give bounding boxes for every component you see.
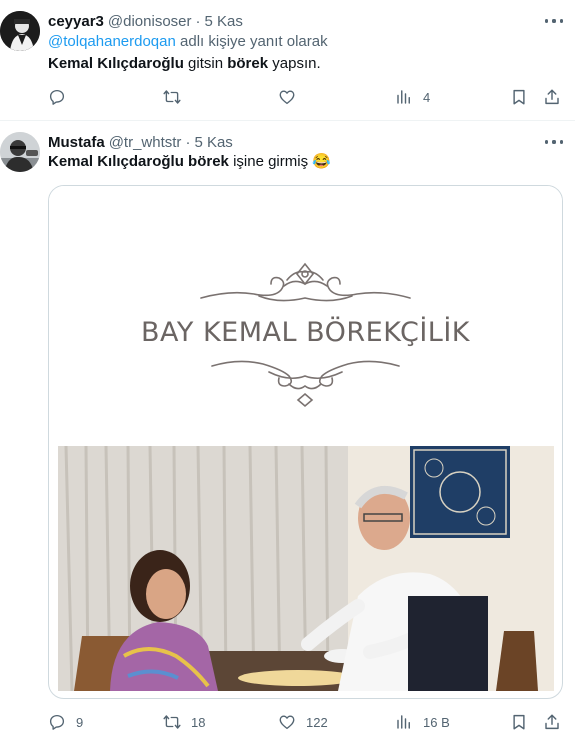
tweet-date[interactable]: 5 Kas [205, 13, 243, 30]
retweet-icon [163, 90, 181, 104]
like-count: 122 [306, 714, 328, 730]
action-bar: 4 [48, 86, 563, 108]
avatar[interactable] [0, 132, 40, 172]
reply-icon [49, 89, 65, 105]
reply-context-label: adlı kişiye yanıt olarak [175, 33, 328, 50]
like-button[interactable] [278, 86, 306, 108]
bookmark-icon [513, 714, 525, 730]
text-bold-name: Kemal Kılıçdaroğlu [48, 153, 184, 170]
views-button[interactable]: 4 [395, 86, 430, 108]
text-bold-word: börek [227, 55, 269, 72]
text-segment: gitsin [183, 55, 228, 72]
retweet-icon [163, 715, 181, 729]
share-button[interactable] [543, 711, 561, 733]
retweet-count: 18 [191, 714, 206, 730]
ornament-icon [200, 262, 411, 408]
author-handle[interactable]: @dionisoser [108, 13, 192, 30]
views-icon [397, 90, 410, 104]
tweet-text: Kemal Kılıçdaroğlu börek işine girmiş 😂 [48, 152, 331, 172]
text-bold-name: Kemal Kılıçdaroğlu [48, 55, 184, 72]
tweet[interactable]: Mustafa @tr_whtstr · 5 Kas Kemal Kılıçda… [0, 121, 575, 745]
reply-mention-link[interactable]: @tolqahanerdoqan [48, 33, 176, 50]
tweet-text: Kemal Kılıçdaroğlu gitsin börek yapsın. [48, 54, 321, 74]
banner-title: BAY KEMAL BÖREKÇİLİK [140, 317, 470, 348]
tweet-header: Mustafa @tr_whtstr · 5 Kas [48, 132, 233, 152]
author-name[interactable]: ceyyar3 [48, 13, 104, 30]
laughing-emoji: 😂 [312, 153, 331, 170]
retweet-button[interactable]: 18 [163, 711, 205, 733]
media-banner: BAY KEMAL BÖREKÇİLİK [49, 186, 562, 446]
separator: · [195, 12, 201, 30]
photo-image [58, 446, 554, 691]
text-bold-word: börek [188, 153, 229, 170]
bookmark-button[interactable] [510, 711, 528, 733]
avatar[interactable] [0, 11, 40, 51]
like-button[interactable]: 122 [278, 711, 328, 733]
share-icon [545, 89, 559, 105]
bookmark-icon [513, 89, 525, 105]
views-button[interactable]: 16 B [395, 711, 450, 733]
reply-button[interactable] [48, 86, 76, 108]
tweet-media[interactable]: BAY KEMAL BÖREKÇİLİK [48, 185, 563, 699]
tweet-date[interactable]: 5 Kas [194, 134, 232, 151]
bookmark-button[interactable] [510, 86, 528, 108]
avatar-image [0, 132, 40, 172]
share-icon [545, 714, 559, 730]
view-count: 16 B [423, 714, 450, 730]
more-icon[interactable] [545, 13, 563, 29]
reply-button[interactable]: 9 [48, 711, 83, 733]
separator: · [185, 133, 191, 151]
view-count: 4 [423, 89, 431, 105]
reply-context: @tolqahanerdoqan adlı kişiye yanıt olara… [48, 33, 328, 50]
retweet-button[interactable] [163, 86, 191, 108]
media-photo [58, 446, 554, 691]
action-bar: 9 18 122 16 B [48, 711, 563, 733]
text-segment: yapsın. [268, 55, 321, 72]
share-button[interactable] [543, 86, 561, 108]
author-handle[interactable]: @tr_whtstr [109, 134, 182, 151]
tweet[interactable]: ceyyar3 @dionisoser · 5 Kas @tolqahanerd… [0, 0, 575, 121]
text-segment: işine girmiş [228, 153, 313, 170]
more-icon[interactable] [545, 134, 563, 150]
author-name[interactable]: Mustafa [48, 134, 105, 151]
avatar-image [0, 11, 40, 51]
tweet-header: ceyyar3 @dionisoser · 5 Kas [48, 11, 243, 31]
reply-icon [49, 714, 65, 730]
views-icon [397, 715, 410, 729]
reply-count: 9 [76, 714, 84, 730]
like-icon [279, 90, 295, 105]
like-icon [279, 715, 295, 730]
